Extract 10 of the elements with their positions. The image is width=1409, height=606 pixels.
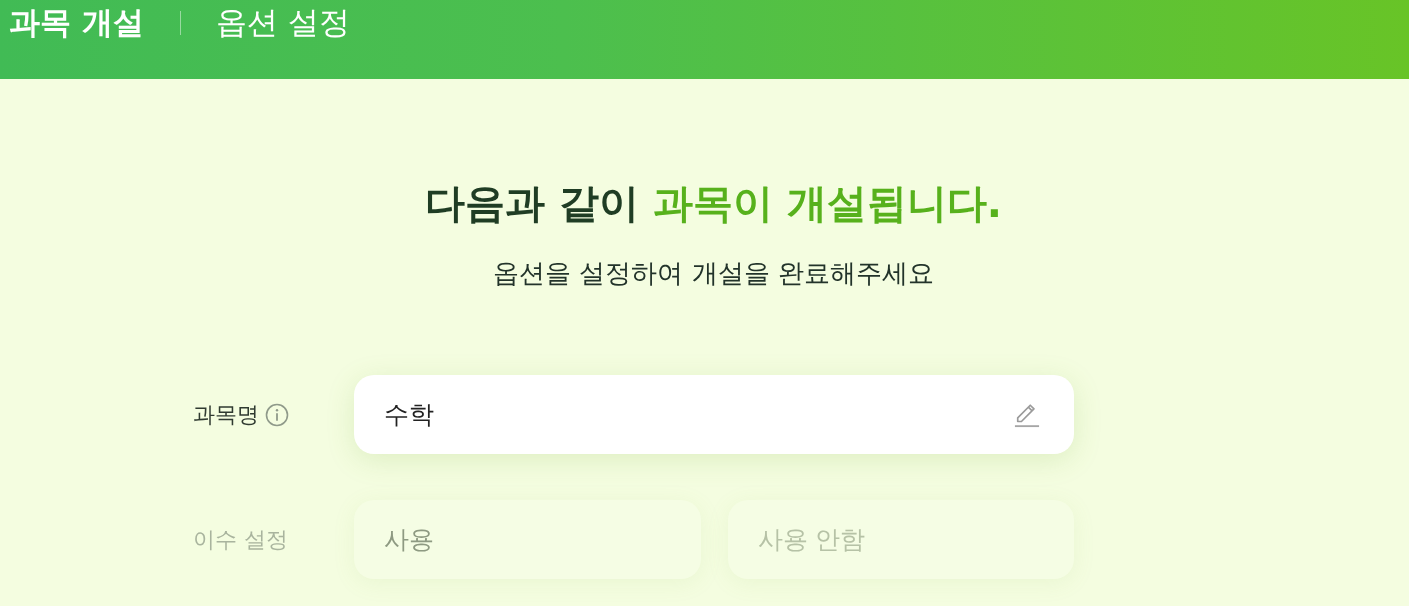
subtitle: 옵션을 설정하여 개설을 완료해주세요 [493,257,934,290]
pencil-icon[interactable] [1014,401,1040,428]
field-label: 이수 설정 [193,525,288,554]
field-value: 수학 [384,399,435,431]
course-name-field[interactable]: 수학 [354,375,1074,454]
heading: 다음과 같이 과목이 개설됩니다. [425,179,1002,228]
section-title: 옵션 설정 [215,3,350,42]
field-label: 과목명 [193,400,259,429]
page-title: 과목 개설 [9,3,144,42]
info-icon[interactable] [265,402,289,427]
